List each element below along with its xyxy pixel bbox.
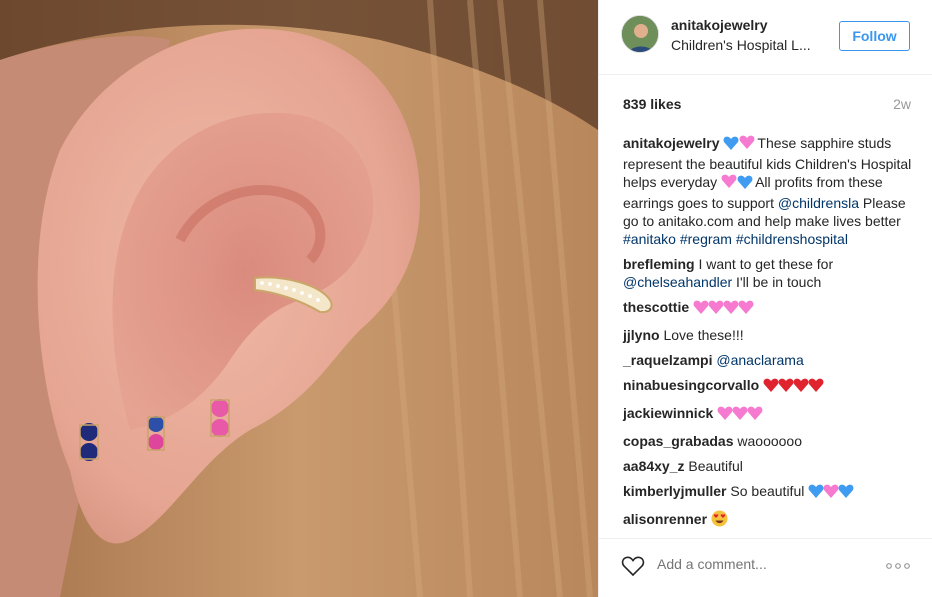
comment-item: kimberlyjmuller So beautiful [623, 482, 913, 503]
comment-text: I want to get these for [698, 256, 834, 272]
comment-username[interactable]: _raquelzampi [623, 352, 712, 368]
comment-item: jackiewinnick [623, 404, 913, 425]
comment-mention[interactable]: @chelseahandler [623, 274, 732, 290]
post-header: anitakojewelry Children's Hospital L... … [599, 0, 932, 75]
heart-eyes-face-icon [711, 510, 728, 531]
hashtag-anitako[interactable]: #anitako [623, 231, 676, 247]
post-location[interactable]: Children's Hospital L... [671, 37, 821, 53]
comment-username[interactable]: jackiewinnick [623, 405, 713, 421]
comment-username[interactable]: brefleming [623, 256, 695, 272]
pink-hearts-icon [717, 405, 764, 425]
comment-text: So beautiful [730, 483, 809, 499]
comment-item: aa84xy_z Beautiful [623, 457, 913, 475]
comment-username[interactable]: kimberlyjmuller [623, 483, 727, 499]
comment-username[interactable]: ninabuesingcorvallo [623, 377, 759, 393]
post-photo[interactable] [0, 0, 598, 597]
comment-text: Love these!!! [663, 327, 744, 343]
comment-item: ninabuesingcorvallo [623, 376, 913, 397]
comment-text: waoooooo [737, 433, 803, 449]
caption-username[interactable]: anitakojewelry [623, 135, 720, 151]
comment-mention[interactable]: @anaclarama [716, 352, 803, 368]
likes-count[interactable]: 839 likes [623, 96, 681, 112]
comment-username[interactable]: thescottie [623, 299, 689, 315]
comment-item: brefleming I want to get these for @chel… [623, 255, 913, 291]
avatar-image-icon [622, 16, 658, 52]
blue-pink-blue-hearts-icon [808, 483, 855, 503]
comment-text: Beautiful [688, 458, 743, 474]
comment-footer [599, 538, 932, 597]
ellipsis-icon[interactable] [885, 557, 911, 575]
pink-blue-hearts-icon [721, 174, 755, 194]
post-meta: 839 likes 2w [623, 96, 911, 116]
avatar[interactable] [621, 15, 659, 53]
blue-pink-hearts-icon [723, 135, 757, 155]
comment-username[interactable]: jjlyno [623, 327, 660, 343]
comment-text-tail: I'll be in touch [732, 274, 822, 290]
comment-username[interactable]: alisonrenner [623, 511, 707, 527]
sparkling-hearts-icon [693, 299, 755, 319]
comment-item: copas_grabadas waoooooo [623, 432, 913, 450]
add-comment-input[interactable] [657, 556, 857, 572]
red-hearts-icon [763, 377, 825, 397]
caption-mention[interactable]: @childrensla [778, 195, 859, 211]
ear-photo [0, 0, 598, 597]
post-username[interactable]: anitakojewelry [671, 17, 768, 33]
follow-button[interactable]: Follow [839, 21, 910, 51]
comment-item: thescottie [623, 298, 913, 319]
heart-icon[interactable] [621, 555, 645, 582]
comment-username[interactable]: aa84xy_z [623, 458, 685, 474]
comments-list: anitakojewelry These sapphire studs repr… [623, 134, 913, 538]
comment-username[interactable]: copas_grabadas [623, 433, 734, 449]
caption: anitakojewelry These sapphire studs repr… [623, 134, 913, 248]
hashtag-regram[interactable]: #regram [680, 231, 732, 247]
comment-item: alisonrenner [623, 510, 913, 531]
comment-item: jjlyno Love these!!! [623, 326, 913, 344]
post-sidebar: anitakojewelry Children's Hospital L... … [598, 0, 932, 597]
comment-item: _raquelzampi @anaclarama [623, 351, 913, 369]
post-age[interactable]: 2w [893, 96, 911, 112]
hashtag-childrenshospital[interactable]: #childrenshospital [736, 231, 848, 247]
